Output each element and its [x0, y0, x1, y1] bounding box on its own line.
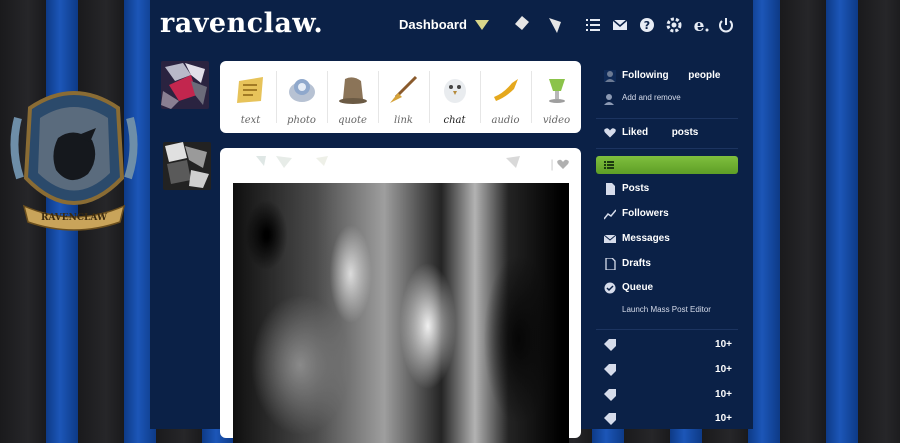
divider: [596, 118, 738, 119]
text-icon: [237, 77, 263, 103]
tag-icon: [604, 339, 616, 351]
dashboard-arrow-icon[interactable]: [473, 16, 491, 34]
sidebar-tag-row[interactable]: 10+: [596, 359, 738, 381]
sidebar-queue[interactable]: Queue: [596, 277, 738, 299]
sidebar-following-label: Following people: [622, 70, 721, 81]
audio-icon: [494, 79, 518, 101]
tag-count: 10+: [715, 339, 732, 350]
sidebar-tag-row[interactable]: 10+: [596, 334, 738, 356]
document-icon: [606, 183, 615, 195]
person-icon: [604, 70, 616, 82]
shape-icon[interactable]: [512, 14, 530, 32]
add-person-icon: [604, 94, 614, 105]
divider: [596, 329, 738, 330]
list-icon[interactable]: [584, 16, 602, 34]
post-type-label: audio: [491, 115, 520, 126]
power-icon[interactable]: [717, 16, 735, 34]
mail-icon[interactable]: [611, 16, 629, 34]
post-type-label: text: [240, 115, 261, 126]
sidebar-menu-label: Messages: [622, 233, 670, 244]
sidebar-active-blog[interactable]: [596, 156, 738, 174]
post-type-label: link: [394, 115, 413, 126]
crest-banner-text: RAVENCLAW: [41, 213, 108, 223]
post-type-label: chat: [443, 115, 466, 126]
sidebar-drafts[interactable]: Drafts: [596, 253, 738, 275]
sidebar-add-remove-label: Add and remove: [622, 93, 681, 102]
chat-icon: [444, 79, 466, 103]
video-icon: [549, 79, 565, 103]
tag-icon: [604, 364, 616, 376]
sidebar-mass-editor[interactable]: Launch Mass Post Editor: [596, 300, 738, 322]
dashboard-link[interactable]: Dashboard: [399, 17, 467, 32]
post-type-photo[interactable]: photo: [276, 61, 327, 133]
post-type-label: photo: [287, 115, 316, 126]
ravenclaw-crest: RAVENCLAW: [10, 91, 138, 231]
post-like-area[interactable]: |: [551, 157, 569, 171]
tag-count: 10+: [715, 389, 732, 400]
tag-icon: [604, 413, 616, 425]
sidebar-tag-row[interactable]: 10+: [596, 384, 738, 406]
settings-icon[interactable]: [665, 16, 683, 34]
sidebar-liked-label: Liked posts: [622, 127, 699, 138]
post-type-audio[interactable]: audio: [480, 61, 531, 133]
post-type-text[interactable]: text: [225, 61, 276, 133]
post-type-quote[interactable]: quote: [327, 61, 378, 133]
svg-text:?: ?: [644, 19, 650, 32]
sidebar-messages[interactable]: Messages: [596, 228, 738, 250]
sidebar-menu-label: Launch Mass Post Editor: [622, 305, 711, 314]
sidebar-posts[interactable]: Posts: [596, 178, 738, 200]
post-photo[interactable]: [233, 183, 569, 443]
chart-icon: [604, 209, 616, 220]
user-avatar[interactable]: [161, 61, 209, 109]
sidebar-menu-label: Posts: [622, 183, 650, 194]
post-type-chat[interactable]: chat: [429, 61, 480, 133]
flag-icon[interactable]: [547, 16, 565, 34]
sidebar-menu-label: Drafts: [622, 258, 651, 269]
sidebar-followers[interactable]: Followers: [596, 203, 738, 225]
sidebar-liked[interactable]: Liked posts: [596, 122, 738, 144]
heart-icon[interactable]: [557, 159, 569, 170]
post-type-label: quote: [338, 115, 367, 126]
site-logo[interactable]: ravenclaw.: [160, 8, 323, 39]
sidebar-add-remove[interactable]: Add and remove: [596, 88, 738, 110]
e-icon[interactable]: e: [691, 16, 709, 34]
tag-icon: [604, 389, 616, 401]
help-icon[interactable]: ?: [638, 16, 656, 34]
mail-icon: [604, 234, 616, 243]
tag-count: 10+: [715, 413, 732, 424]
post-type-video[interactable]: video: [531, 61, 582, 133]
svg-text:e: e: [694, 16, 705, 34]
post-type-link[interactable]: link: [378, 61, 429, 133]
post-type-label: video: [542, 115, 571, 126]
link-icon: [390, 75, 418, 103]
heart-icon: [604, 128, 616, 138]
sidebar-menu-label: Queue: [622, 282, 654, 293]
post-type-composer: text photo quote link chat audio video: [220, 61, 581, 133]
sidebar-following[interactable]: Following people: [596, 65, 738, 87]
check-circle-icon: [604, 282, 616, 294]
dashboard-post: |: [220, 148, 581, 443]
draft-icon: [605, 258, 616, 270]
post-author-avatar[interactable]: [163, 142, 211, 190]
sidebar-menu-label: Followers: [622, 208, 669, 219]
separator: |: [550, 157, 554, 171]
sidebar-tag-row[interactable]: 10+: [596, 408, 738, 430]
list-icon: [604, 161, 614, 169]
photo-icon: [289, 79, 315, 102]
post-header-decoration: [256, 156, 520, 168]
tag-count: 10+: [715, 364, 732, 375]
divider: [596, 148, 738, 149]
quote-icon: [339, 77, 367, 104]
